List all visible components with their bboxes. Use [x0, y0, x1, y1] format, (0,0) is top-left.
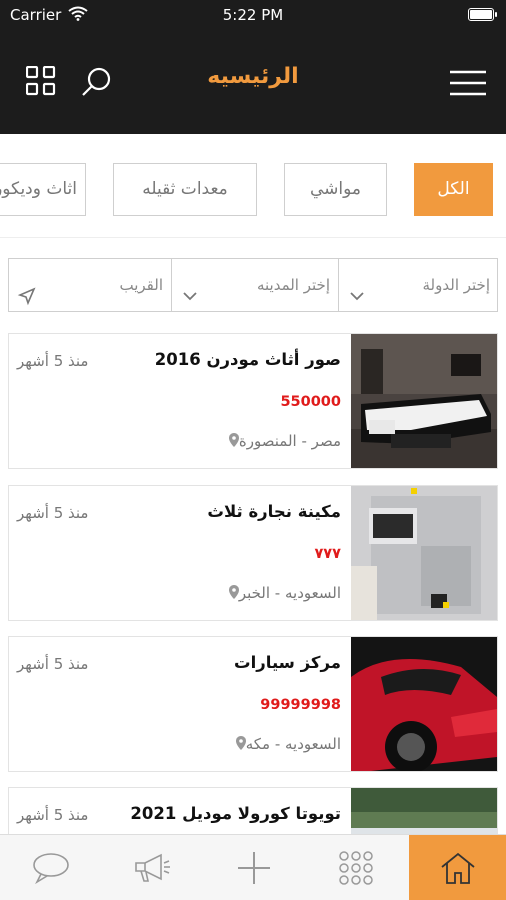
battery-icon [468, 8, 497, 21]
status-time: 5:22 PM [222, 6, 284, 24]
listing-location-text: السعوديه - الخبر [238, 584, 341, 602]
listing-price: 550000 [280, 394, 341, 410]
top-header: Carrier 5:22 PM الرئيسيه [0, 0, 506, 134]
listing-time: منذ 5 أشهر [17, 504, 89, 522]
city-select[interactable]: إختر المدينه [171, 259, 338, 311]
listing-title: تويوتا كورولا موديل 2021 [130, 804, 341, 823]
location-arrow-icon [17, 275, 37, 306]
country-select[interactable]: إختر الدولة [338, 259, 498, 311]
app-screen: Carrier 5:22 PM الرئيسيه الكل مواشي معدا… [0, 0, 506, 900]
listing-time: منذ 5 أشهر [17, 655, 89, 673]
chevron-down-icon [180, 275, 200, 301]
tab-messages[interactable] [0, 835, 101, 900]
listing-price: ٧٧٧ [314, 546, 341, 562]
category-chip-heavy-equipment[interactable]: معدات ثقيله [113, 163, 257, 216]
home-icon [440, 852, 475, 884]
listing-title: مكينة نجارة ثلاث [207, 502, 341, 521]
map-pin-icon [228, 433, 239, 447]
plus-icon [237, 852, 270, 884]
page-title: الرئيسيه [207, 64, 299, 89]
city-select-label: إختر المدينه [256, 276, 330, 294]
listing-location: السعوديه - مكه [232, 735, 341, 753]
listing-image-machine [351, 486, 497, 620]
chevron-down-icon [347, 275, 367, 301]
category-filter-bar: الكل مواشي معدات ثقيله اثاث وديكور [0, 134, 506, 238]
country-select-label: إختر الدولة [422, 276, 490, 294]
tab-home[interactable] [409, 835, 506, 900]
listing-time: منذ 5 أشهر [17, 806, 89, 824]
listing-image-sports-car [351, 637, 497, 771]
listing-location-text: مصر - المنصورة [238, 432, 341, 450]
map-pin-icon [228, 585, 239, 599]
map-pin-icon [235, 736, 246, 750]
listing-card[interactable]: مركز سيارات 99999998 السعوديه - مكه منذ … [8, 636, 498, 772]
category-chip-livestock[interactable]: مواشي [284, 163, 387, 216]
tab-add-listing[interactable] [203, 835, 304, 900]
listing-card[interactable]: صور أثاث مودرن 2016 550000 مصر - المنصور… [8, 333, 498, 469]
apps-dots-icon [338, 851, 373, 885]
nearby-filter-label: القريب [119, 276, 163, 294]
listing-image-sofa [351, 334, 497, 468]
listing-location: السعوديه - الخبر [225, 584, 341, 602]
chat-bubble-icon [32, 853, 69, 884]
nearby-filter[interactable]: القريب [9, 259, 171, 311]
category-chip-all[interactable]: الكل [414, 163, 493, 216]
location-filters: إختر الدولة إختر المدينه القريب [8, 258, 498, 312]
tab-promotions[interactable] [101, 835, 202, 900]
category-chip-furniture[interactable]: اثاث وديكور [0, 163, 86, 216]
listing-card[interactable]: مكينة نجارة ثلاث ٧٧٧ السعوديه - الخبر من… [8, 485, 498, 621]
megaphone-icon [134, 853, 170, 882]
status-bar: Carrier 5:22 PM [0, 0, 506, 30]
tab-categories[interactable] [305, 835, 406, 900]
bottom-tab-bar [0, 834, 506, 900]
listing-price: 99999998 [260, 697, 341, 713]
listing-location-text: السعوديه - مكه [245, 735, 341, 753]
listing-time: منذ 5 أشهر [17, 352, 89, 370]
listing-title: مركز سيارات [234, 653, 341, 672]
listing-location: مصر - المنصورة [225, 432, 341, 450]
hamburger-menu-icon[interactable] [450, 70, 486, 96]
listing-title: صور أثاث مودرن 2016 [154, 350, 341, 369]
